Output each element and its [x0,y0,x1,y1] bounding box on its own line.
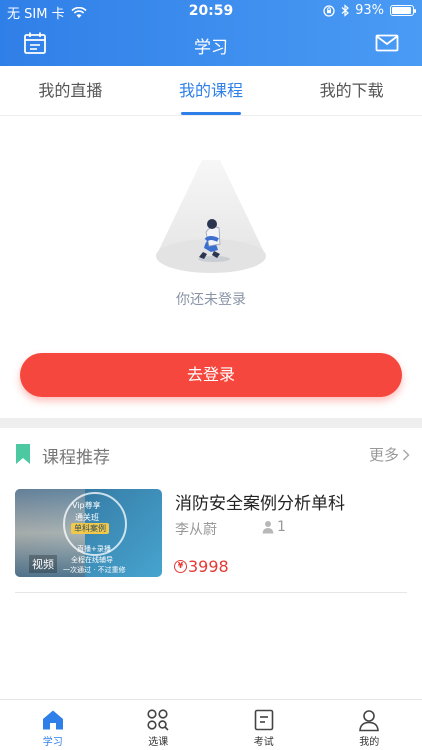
login-button[interactable]: 去登录 [20,353,402,397]
exam-icon [254,709,274,731]
recommend-header: 课程推荐 更多 [0,428,422,478]
thumb-line-6: 一次通过 · 不过重修 [63,566,126,574]
empty-state-illustration [156,160,266,273]
course-tabs: 我的直播 我的课程 我的下载 [0,66,422,116]
course-teacher: 李从蔚 [175,522,217,538]
status-right: 93% [323,3,416,18]
tabbar-item-exam[interactable]: 考试 [211,700,317,750]
battery-icon [390,5,416,16]
student-count: 1 [277,519,286,535]
profile-icon [359,710,380,732]
tabbar-item-study[interactable]: 学习 [0,700,106,750]
course-students: 1 [262,519,286,535]
empty-state-message: 你还未登录 [176,292,246,308]
course-thumbnail: Vip尊享 通关班 单科案例 直播+录播 全程在线辅导 一次通过 · 不过重修 … [15,489,162,577]
bluetooth-icon [341,4,350,17]
thumb-line-5: 全程在线辅导 [71,556,113,564]
mail-icon[interactable] [374,30,400,56]
more-label: 更多 [368,446,399,464]
more-link[interactable]: 更多 [369,444,410,465]
price-value: 3998 [188,557,229,576]
bottom-tabbar: 学习 选课 考试 我的 [0,699,422,750]
orientation-lock-icon [323,4,335,17]
grid-search-icon [147,709,169,731]
home-icon [42,710,63,730]
page-title: 学习 [194,38,228,58]
battery-fill [392,7,411,14]
tab-my-live[interactable]: 我的直播 [0,66,141,115]
chevron-right-icon [402,448,410,461]
tabbar-item-courses[interactable]: 选课 [106,700,212,750]
thumb-line-4: 直播+录播 [77,545,111,553]
battery-percent: 93% [355,3,384,18]
coin-icon: ¥ [174,560,187,573]
video-tag: 视频 [29,555,57,573]
tabbar-label-study: 学习 [42,737,63,748]
course-title: 消防安全案例分析单科 [175,494,345,514]
status-bar: 无 SIM 卡 20:59 93% [0,0,422,22]
bookmark-icon [16,444,30,464]
recommend-title: 课程推荐 [42,448,110,468]
course-card[interactable]: Vip尊享 通关班 单科案例 直播+录播 全程在线辅导 一次通过 · 不过重修 … [15,489,407,593]
course-price: ¥ 3998 [174,557,229,576]
tabbar-label-courses: 选课 [148,737,169,748]
thumb-line-3: 单科案例 [71,523,109,534]
tab-my-downloads[interactable]: 我的下载 [281,66,422,115]
tabbar-label-profile: 我的 [359,737,380,748]
tabbar-label-exam: 考试 [253,737,274,748]
thumb-line-2: 通关班 [75,513,99,522]
section-divider [0,418,422,428]
thumb-line-1: Vip尊享 [72,501,101,510]
person-icon [262,521,274,534]
app-header: 无 SIM 卡 20:59 93% 学习 [0,0,422,66]
tabbar-item-profile[interactable]: 我的 [317,700,422,750]
tab-my-courses[interactable]: 我的课程 [141,66,282,115]
